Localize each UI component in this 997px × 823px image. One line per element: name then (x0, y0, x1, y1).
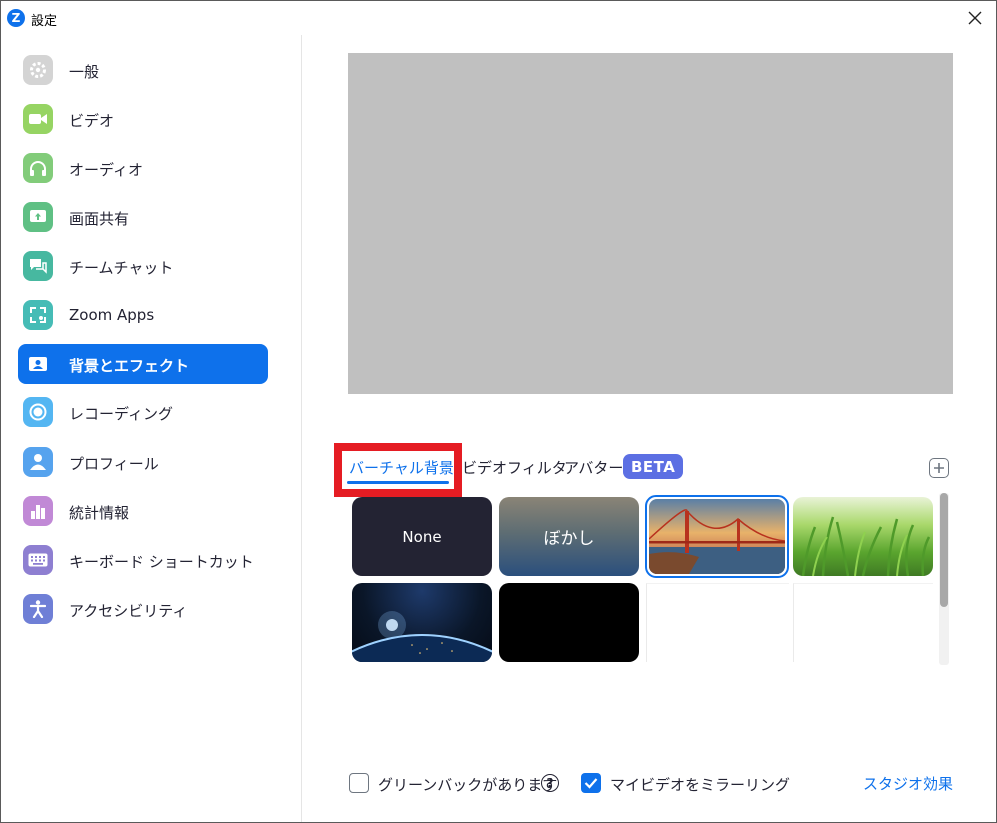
sidebar-item-label: 統計情報 (69, 504, 130, 522)
video-camera-icon (23, 104, 53, 134)
record-icon (23, 397, 53, 427)
sidebar-item-audio[interactable]: オーディオ (18, 148, 268, 188)
background-blur[interactable]: ぼかし (499, 497, 639, 576)
tab-avatar[interactable]: アバター (564, 457, 623, 478)
sidebar-item-video[interactable]: ビデオ (18, 99, 268, 139)
sidebar-item-label: プロフィール (69, 455, 159, 473)
checkmark-icon (584, 778, 598, 789)
sidebar-item-background-effects[interactable]: 背景とエフェクト (18, 344, 268, 384)
sidebar-item-statistics[interactable]: 統計情報 (18, 491, 268, 531)
keyboard-icon (23, 545, 53, 575)
chat-icon (23, 251, 53, 281)
sidebar-item-label: オーディオ (69, 161, 143, 179)
sidebar-item-label: Zoom Apps (69, 306, 155, 324)
sidebar-item-label: 背景とエフェクト (69, 357, 190, 375)
background-icon (23, 349, 53, 379)
background-golden-gate[interactable] (645, 495, 789, 578)
sidebar-item-recording[interactable]: レコーディング (18, 392, 268, 432)
sidebar-item-general[interactable]: 一般 (18, 50, 268, 90)
background-empty-slot[interactable] (646, 583, 789, 662)
studio-effects-link[interactable]: スタジオ効果 (863, 773, 953, 794)
sidebar-item-label: キーボード ショートカット (69, 553, 254, 571)
screen-share-icon (23, 202, 53, 232)
green-screen-label: グリーンバックがあります (378, 776, 558, 794)
sidebar-item-team-chat[interactable]: チームチャット (18, 246, 268, 286)
active-tab-underline (347, 481, 449, 484)
background-blur-label: ぼかし (543, 529, 595, 549)
settings-window: Z 設定 一般 ビデオ オーディオ 画面共有 チームチャット Zoom Apps… (0, 0, 997, 823)
background-grass[interactable] (793, 497, 933, 576)
sidebar-item-screen-share[interactable]: 画面共有 (18, 197, 268, 237)
sidebar-item-label: アクセシビリティ (69, 602, 188, 620)
background-none[interactable]: None (352, 497, 492, 576)
close-icon (968, 11, 982, 25)
scrollbar-thumb[interactable] (940, 493, 948, 607)
tab-video-filter[interactable]: ビデオフィルタ (462, 457, 567, 478)
mirror-video-label: マイビデオをミラーリング (610, 776, 791, 794)
help-icon[interactable]: ? (541, 774, 559, 792)
earth-from-space-image (352, 611, 492, 662)
title-bar: Z 設定 (1, 1, 996, 35)
sidebar: 一般 ビデオ オーディオ 画面共有 チームチャット Zoom Apps 背景とエ… (1, 35, 302, 822)
statistics-icon (23, 496, 53, 526)
video-preview (348, 53, 953, 394)
background-black[interactable] (499, 583, 639, 662)
gear-icon (23, 55, 53, 85)
apps-icon (23, 300, 53, 330)
background-none-label: None (402, 527, 442, 546)
golden-gate-bridge-image (649, 499, 785, 574)
sidebar-item-keyboard-shortcuts[interactable]: キーボード ショートカット (18, 540, 268, 580)
close-button[interactable] (964, 7, 986, 29)
beta-badge: BETA (623, 454, 684, 479)
sidebar-item-label: 一般 (69, 63, 100, 81)
background-earth[interactable] (352, 583, 492, 662)
green-screen-checkbox[interactable] (349, 773, 369, 793)
grass-image (801, 516, 931, 576)
plus-icon (934, 463, 944, 473)
background-empty-slot[interactable] (793, 583, 933, 662)
sidebar-item-label: チームチャット (69, 259, 174, 277)
sidebar-item-zoom-apps[interactable]: Zoom Apps (18, 295, 268, 335)
profile-icon (23, 447, 53, 477)
sidebar-item-profile[interactable]: プロフィール (18, 442, 268, 482)
sidebar-item-accessibility[interactable]: アクセシビリティ (18, 589, 268, 629)
mirror-video-checkbox[interactable] (581, 773, 601, 793)
window-title: 設定 (31, 14, 58, 29)
sidebar-item-label: ビデオ (69, 112, 115, 130)
tab-virtual-background[interactable]: バーチャル背景 (349, 457, 454, 478)
zoom-logo-icon: Z (7, 9, 25, 27)
accessibility-icon (23, 594, 53, 624)
background-tabs: バーチャル背景 ビデオフィルタ アバター BETA (334, 441, 954, 497)
add-background-button[interactable] (929, 458, 949, 478)
thumbnails-scrollbar[interactable] (939, 493, 949, 665)
sidebar-item-label: レコーディング (69, 405, 173, 423)
headphones-icon (23, 153, 53, 183)
sidebar-item-label: 画面共有 (69, 210, 130, 228)
